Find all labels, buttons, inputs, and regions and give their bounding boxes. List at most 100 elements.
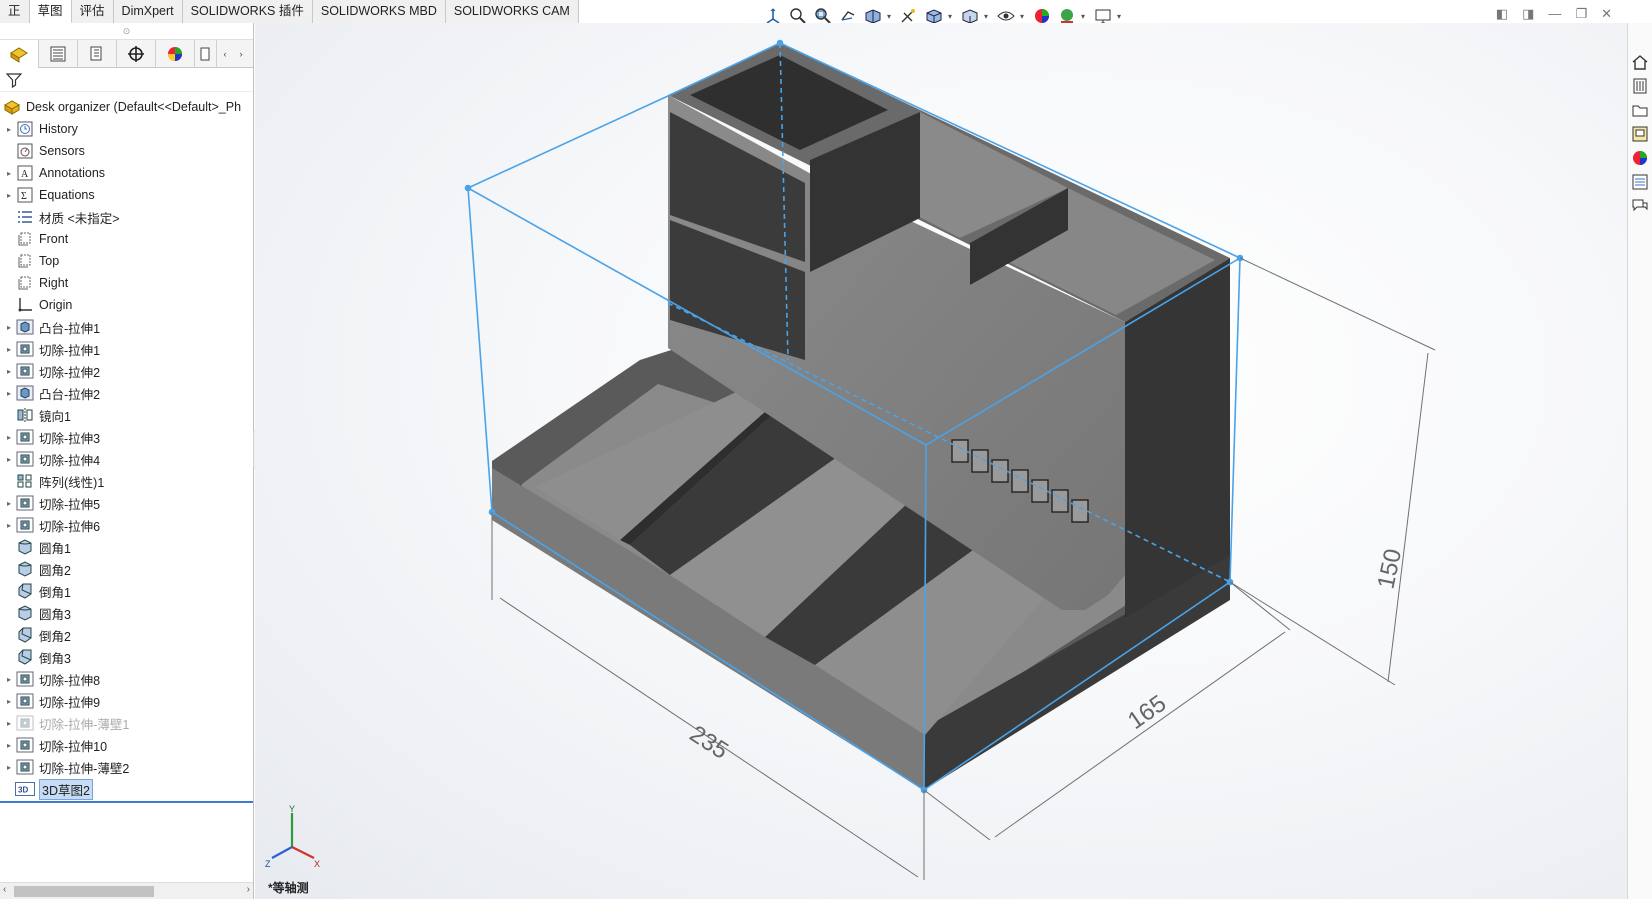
tree-item[interactable]: Right — [0, 272, 253, 294]
chevron-down-icon[interactable]: ▾ — [984, 12, 992, 21]
forum-icon[interactable] — [1628, 195, 1652, 217]
filter-icon[interactable] — [6, 72, 22, 88]
tree-item[interactable]: ▸ 凸台-拉伸1 — [0, 316, 253, 338]
scroll-thumb[interactable] — [14, 886, 154, 897]
tree-horizontal-scrollbar[interactable]: ‹ › — [0, 882, 253, 899]
tree-item[interactable]: ▸ 切除-拉伸6 — [0, 514, 253, 536]
propertymanager-icon[interactable] — [39, 40, 78, 68]
scroll-right-icon[interactable]: › — [247, 884, 250, 895]
tree-item[interactable]: 3D 3D草图2 — [0, 778, 253, 800]
close-icon[interactable]: ✕ — [1601, 6, 1612, 22]
panel-grip[interactable]: ⊙ — [0, 23, 253, 40]
dimxpert-manager-icon[interactable] — [117, 40, 156, 68]
expand-arrow-icon[interactable]: ▸ — [3, 433, 15, 442]
appearances-icon[interactable] — [1628, 147, 1652, 169]
tile-right-icon[interactable]: ◨ — [1522, 6, 1534, 22]
chevron-down-icon[interactable]: ▾ — [1081, 12, 1089, 21]
view-palette-icon[interactable] — [1628, 123, 1652, 145]
tree-item[interactable]: ▸ Σ Equations — [0, 184, 253, 206]
command-tab-6[interactable]: SOLIDWORKS CAM — [445, 0, 579, 23]
minimize-icon[interactable]: — — [1548, 6, 1561, 22]
expand-arrow-icon[interactable]: ▸ — [3, 499, 15, 508]
model-view[interactable]: 235 165 150 — [255, 23, 1627, 899]
command-tab-0[interactable]: 正 — [0, 0, 30, 23]
expand-arrow-icon[interactable]: ▸ — [3, 389, 15, 398]
tree-item[interactable]: ▸ 切除-拉伸9 — [0, 690, 253, 712]
expand-arrow-icon[interactable]: ▸ — [3, 697, 15, 706]
configurationmanager-icon[interactable] — [78, 40, 117, 68]
tree-item[interactable]: 倒角2 — [0, 624, 253, 646]
tree-item[interactable]: 材质 <未指定> — [0, 206, 253, 228]
file-explorer-icon[interactable] — [1628, 99, 1652, 121]
dimension-depth[interactable]: 165 — [1123, 690, 1171, 735]
tree-item[interactable]: 圆角1 — [0, 536, 253, 558]
tree-item[interactable]: Front — [0, 228, 253, 250]
tree-item[interactable]: ▸ 切除-拉伸10 — [0, 734, 253, 756]
tree-item-label: 切除-拉伸3 — [39, 431, 101, 446]
design-library-icon[interactable] — [1628, 75, 1652, 97]
expand-arrow-icon[interactable]: ▸ — [3, 521, 15, 530]
tree-item[interactable]: ▸ 切除-拉伸-薄壁2 — [0, 756, 253, 778]
command-tab-4[interactable]: SOLIDWORKS 插件 — [182, 0, 313, 23]
tree-filter[interactable] — [0, 68, 253, 92]
expand-arrow-icon[interactable]: ▸ — [3, 741, 15, 750]
tree-item[interactable]: 圆角3 — [0, 602, 253, 624]
chevron-down-icon[interactable]: ▾ — [948, 12, 956, 21]
tree-item[interactable]: 倒角1 — [0, 580, 253, 602]
graphics-area[interactable]: 235 165 150 — [255, 23, 1627, 899]
tabs-scroll-right-icon[interactable]: › — [233, 40, 249, 68]
tree-item[interactable]: Origin — [0, 294, 253, 316]
tree-item[interactable]: ▸ 切除-拉伸2 — [0, 360, 253, 382]
custom-properties-icon[interactable] — [1628, 171, 1652, 193]
expand-arrow-icon[interactable]: ▸ — [3, 675, 15, 684]
expand-arrow-icon[interactable]: ▸ — [3, 345, 15, 354]
tree-item[interactable]: ▸ 切除-拉伸5 — [0, 492, 253, 514]
tree-item[interactable]: ▸ A Annotations — [0, 162, 253, 184]
home-icon[interactable] — [1628, 51, 1652, 73]
display-manager-icon[interactable] — [156, 40, 195, 68]
chevron-down-icon[interactable]: ▾ — [887, 12, 895, 21]
tree-item[interactable]: ▸ 切除-拉伸1 — [0, 338, 253, 360]
dimension-width[interactable]: 235 — [685, 720, 733, 764]
tree-item-label: 倒角2 — [39, 629, 71, 644]
expand-arrow-icon[interactable]: ▸ — [3, 455, 15, 464]
tree-item[interactable]: ▸ 切除-拉伸8 — [0, 668, 253, 690]
chevron-down-icon[interactable]: ▾ — [1117, 12, 1125, 21]
dimension-height[interactable]: 150 — [1372, 546, 1407, 591]
more-tabs-icon[interactable] — [195, 40, 217, 68]
expand-arrow-icon[interactable]: ▸ — [3, 125, 15, 134]
tree-item[interactable]: ▸ 切除-拉伸3 — [0, 426, 253, 448]
tree-item[interactable]: Top — [0, 250, 253, 272]
tree-item[interactable]: 阵列(线性)1 — [0, 470, 253, 492]
expand-arrow-icon[interactable]: ▸ — [3, 323, 15, 332]
expand-arrow-icon[interactable]: ▸ — [3, 763, 15, 772]
expand-arrow-icon[interactable]: ▸ — [3, 191, 15, 200]
tree-root[interactable]: Desk organizer (Default<<Default>_Ph — [0, 96, 253, 118]
command-tab-3[interactable]: DimXpert — [113, 0, 183, 23]
tree-item[interactable]: ▸ 切除-拉伸-薄壁1 — [0, 712, 253, 734]
command-tab-1[interactable]: 草图 — [29, 0, 72, 23]
tree-item[interactable]: 倒角3 — [0, 646, 253, 668]
cut-extrude-icon — [15, 340, 35, 358]
tree-item[interactable]: Sensors — [0, 140, 253, 162]
plane-icon — [15, 230, 35, 248]
expand-arrow-icon[interactable]: ▸ — [3, 367, 15, 376]
tabs-scroll-left-icon[interactable]: ‹ — [217, 40, 233, 68]
restore-icon[interactable]: ❐ — [1575, 6, 1587, 22]
chevron-down-icon[interactable]: ▾ — [1020, 12, 1028, 21]
tree-item-label: Annotations — [39, 166, 106, 180]
expand-arrow-icon[interactable]: ▸ — [3, 719, 15, 728]
featuremanager-icon[interactable] — [0, 40, 39, 68]
tree-item[interactable]: ▸ History — [0, 118, 253, 140]
tree-item-label: 切除-拉伸10 — [39, 739, 108, 754]
tree-item[interactable]: ▸ 切除-拉伸4 — [0, 448, 253, 470]
tree-item[interactable]: 圆角2 — [0, 558, 253, 580]
tree-end-rule — [0, 801, 253, 803]
command-tab-5[interactable]: SOLIDWORKS MBD — [312, 0, 446, 23]
tree-item[interactable]: 镜向1 — [0, 404, 253, 426]
command-tab-2[interactable]: 评估 — [71, 0, 114, 23]
expand-arrow-icon[interactable]: ▸ — [3, 169, 15, 178]
tile-left-icon[interactable]: ◧ — [1496, 6, 1508, 22]
tree-item[interactable]: ▸ 凸台-拉伸2 — [0, 382, 253, 404]
scroll-left-icon[interactable]: ‹ — [3, 884, 6, 895]
